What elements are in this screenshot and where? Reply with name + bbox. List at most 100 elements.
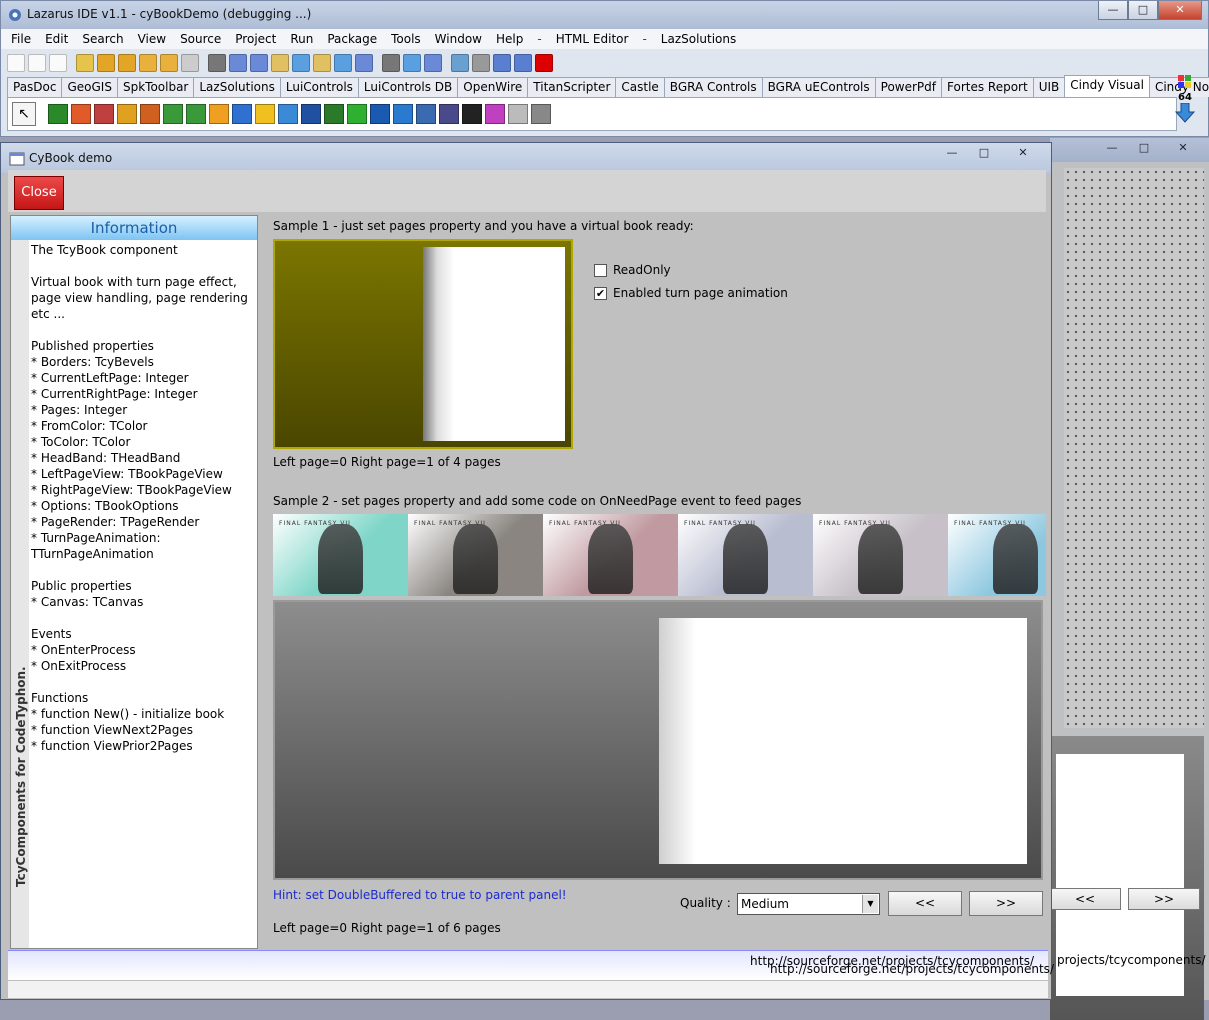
cindy-component-icon[interactable]: [485, 104, 505, 124]
cindy-component-icon[interactable]: [301, 104, 321, 124]
menu-edit[interactable]: Edit: [45, 32, 68, 46]
toolbar-tool-icon[interactable]: [97, 54, 115, 72]
cindy-component-icon[interactable]: [163, 104, 183, 124]
cindy-component-icon[interactable]: [370, 104, 390, 124]
toolbar-tool-icon[interactable]: [229, 54, 247, 72]
toolbar-tool-icon[interactable]: [535, 54, 553, 72]
prev-pages-button[interactable]: <<: [888, 891, 962, 916]
download-arrow-icon[interactable]: [1174, 102, 1196, 123]
sample1-right-page[interactable]: [423, 247, 565, 441]
toolbar-tool-icon[interactable]: [208, 54, 226, 72]
bg-prev-button[interactable]: <<: [1049, 888, 1121, 910]
toolbar-tool-icon[interactable]: [76, 54, 94, 72]
close-button[interactable]: Close: [14, 176, 64, 210]
toolbar-tool-icon[interactable]: [7, 54, 25, 72]
palette-tab-uib[interactable]: UIB: [1032, 77, 1066, 97]
menu-help[interactable]: Help: [496, 32, 523, 46]
toolbar-tool-icon[interactable]: [313, 54, 331, 72]
page-thumbnail[interactable]: FINAL FANTASY VII: [543, 514, 678, 596]
cindy-component-icon[interactable]: [278, 104, 298, 124]
cindy-component-icon[interactable]: [140, 104, 160, 124]
toolbar-tool-icon[interactable]: [382, 54, 400, 72]
page-thumbnail[interactable]: FINAL FANTASY VII: [273, 514, 408, 596]
palette-tab-fortes-report[interactable]: Fortes Report: [941, 77, 1034, 97]
cindy-component-icon[interactable]: [462, 104, 482, 124]
toolbar-tool-icon[interactable]: [139, 54, 157, 72]
sample2-book[interactable]: [273, 600, 1043, 880]
bg-maximize-button[interactable]: □: [1129, 140, 1159, 158]
ide-maximize-button[interactable]: □: [1128, 1, 1158, 20]
cindy-component-icon[interactable]: [347, 104, 367, 124]
animation-checkbox[interactable]: ✔ Enabled turn page animation: [594, 286, 788, 300]
palette-tab-cindy-visual[interactable]: Cindy Visual: [1064, 75, 1150, 97]
page-thumbnail[interactable]: FINAL FANTASY VII: [948, 514, 1046, 596]
palette-tab-luicontrols[interactable]: LuiControls: [279, 77, 359, 97]
menu-search[interactable]: Search: [82, 32, 123, 46]
palette-tab-powerpdf[interactable]: PowerPdf: [874, 77, 942, 97]
toolbar-tool-icon[interactable]: [181, 54, 199, 72]
palette-tab-luicontrols-db[interactable]: LuiControls DB: [357, 77, 459, 97]
readonly-checkbox[interactable]: ReadOnly: [594, 263, 671, 277]
menu-lazsolutions[interactable]: LazSolutions: [661, 32, 736, 46]
palette-tab-castle[interactable]: Castle: [615, 77, 665, 97]
toolbar-tool-icon[interactable]: [250, 54, 268, 72]
menu-project[interactable]: Project: [235, 32, 276, 46]
cindy-component-icon[interactable]: [71, 104, 91, 124]
cindy-component-icon[interactable]: [439, 104, 459, 124]
toolbar-tool-icon[interactable]: [514, 54, 532, 72]
cindy-component-icon[interactable]: [531, 104, 551, 124]
cybook-close-window-button[interactable]: ✕: [1001, 145, 1045, 163]
bg-close-button[interactable]: ✕: [1161, 140, 1205, 158]
bg-minimize-button[interactable]: —: [1097, 140, 1127, 158]
cindy-component-icon[interactable]: [48, 104, 68, 124]
cindy-component-icon[interactable]: [508, 104, 528, 124]
toolbar-tool-icon[interactable]: [403, 54, 421, 72]
palette-tab-bgra-uecontrols[interactable]: BGRA uEControls: [761, 77, 876, 97]
sample1-book[interactable]: [273, 239, 573, 449]
toolbar-tool-icon[interactable]: [271, 54, 289, 72]
menu-package[interactable]: Package: [327, 32, 377, 46]
menu-file[interactable]: File: [11, 32, 31, 46]
palette-tab-bgra-controls[interactable]: BGRA Controls: [663, 77, 763, 97]
cindy-component-icon[interactable]: [255, 104, 275, 124]
menu-run[interactable]: Run: [290, 32, 313, 46]
palette-tab-spktoolbar[interactable]: SpkToolbar: [116, 77, 195, 97]
chevron-down-icon[interactable]: ▼: [862, 895, 878, 913]
menu-view[interactable]: View: [138, 32, 166, 46]
bg-next-button[interactable]: >>: [1128, 888, 1200, 910]
page-thumbnail[interactable]: FINAL FANTASY VII: [408, 514, 543, 596]
ide-close-button[interactable]: ✕: [1158, 1, 1202, 20]
toolbar-tool-icon[interactable]: [451, 54, 469, 72]
cindy-component-icon[interactable]: [324, 104, 344, 124]
toolbar-tool-icon[interactable]: [472, 54, 490, 72]
menu-window[interactable]: Window: [435, 32, 482, 46]
cindy-component-icon[interactable]: [393, 104, 413, 124]
cindy-component-icon[interactable]: [94, 104, 114, 124]
readonly-checkbox-box[interactable]: [594, 263, 607, 277]
next-pages-button[interactable]: >>: [969, 891, 1043, 916]
menu-source[interactable]: Source: [180, 32, 221, 46]
sample2-right-page[interactable]: [659, 618, 1027, 864]
cindy-component-icon[interactable]: [232, 104, 252, 124]
quality-select[interactable]: Medium ▼: [737, 893, 880, 915]
selection-tool-icon[interactable]: ↖: [12, 102, 36, 126]
palette-tab-openwire[interactable]: OpenWire: [457, 77, 529, 97]
cindy-component-icon[interactable]: [209, 104, 229, 124]
menu-tools[interactable]: Tools: [391, 32, 421, 46]
animation-checkbox-box[interactable]: ✔: [594, 286, 607, 300]
toolbar-tool-icon[interactable]: [292, 54, 310, 72]
toolbar-tool-icon[interactable]: [493, 54, 511, 72]
palette-tab-titanscripter[interactable]: TitanScripter: [527, 77, 617, 97]
palette-tab-pasdoc[interactable]: PasDoc: [7, 77, 63, 97]
toolbar-tool-icon[interactable]: [424, 54, 442, 72]
toolbar-tool-icon[interactable]: [160, 54, 178, 72]
ide-minimize-button[interactable]: —: [1098, 1, 1128, 20]
palette-tab-geogis[interactable]: GeoGIS: [61, 77, 118, 97]
palette-tab-lazsolutions[interactable]: LazSolutions: [193, 77, 281, 97]
page-thumbnail[interactable]: FINAL FANTASY VII: [813, 514, 948, 596]
cybook-minimize-button[interactable]: —: [937, 145, 967, 163]
cybook-maximize-button[interactable]: □: [969, 145, 999, 163]
cindy-component-icon[interactable]: [416, 104, 436, 124]
toolbar-tool-icon[interactable]: [118, 54, 136, 72]
cindy-component-icon[interactable]: [117, 104, 137, 124]
